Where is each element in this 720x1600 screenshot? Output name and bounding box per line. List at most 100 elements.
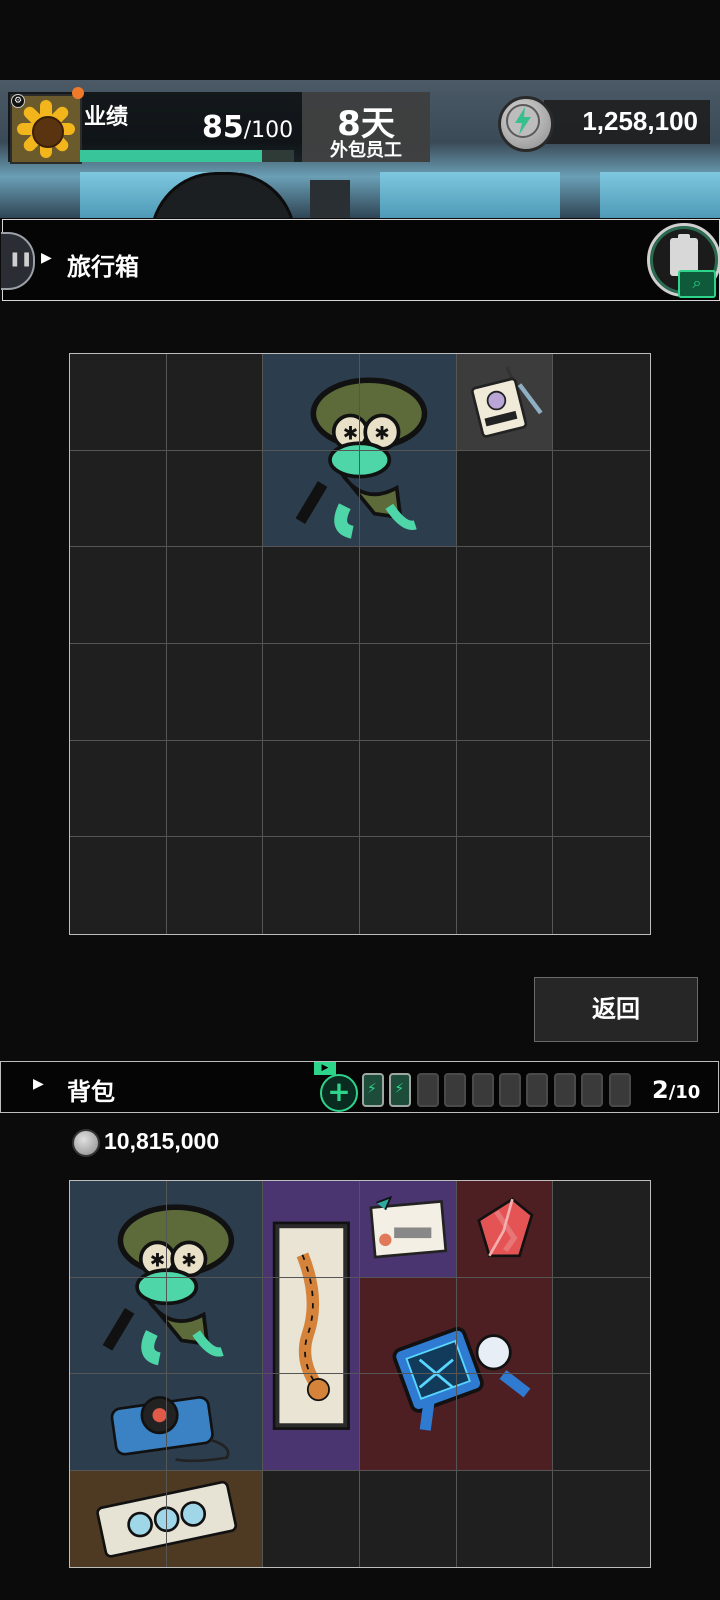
grid-cell[interactable]: [456, 450, 554, 548]
suitcase-header: ❚❚ ▶ 旅行箱: [1, 219, 720, 301]
grid-cell[interactable]: [70, 354, 167, 451]
notification-dot: [72, 87, 84, 99]
grid-cell[interactable]: [263, 450, 360, 548]
backpack-title: 背包: [67, 1078, 115, 1106]
grid-cell[interactable]: [263, 1277, 360, 1374]
add-battery-button[interactable]: +: [320, 1074, 358, 1112]
grid-cell[interactable]: [553, 1181, 650, 1278]
grid-cell[interactable]: [166, 644, 264, 741]
video-ad-icon: ▶: [314, 1062, 336, 1075]
grid-cell[interactable]: [553, 741, 650, 838]
grid-cell[interactable]: [167, 1470, 264, 1567]
battery-empty-icon: [444, 1073, 467, 1107]
backpack-currency-value: 10,815,000: [104, 1128, 220, 1154]
grid-cell[interactable]: [70, 1374, 167, 1471]
battery-empty-icon: [553, 1073, 576, 1107]
currency-display: 1,258,100: [544, 100, 710, 144]
grid-cell[interactable]: [70, 837, 167, 934]
battery-empty-icon: [416, 1073, 439, 1107]
performance-current: 85: [202, 110, 244, 145]
magnifier-icon[interactable]: ⌕: [678, 270, 716, 298]
backpack-count-current: 2: [652, 1076, 669, 1104]
grid-cell[interactable]: [360, 1277, 457, 1374]
backpack-count-max: /10: [668, 1082, 701, 1103]
back-button[interactable]: 返回: [534, 977, 698, 1042]
grid-cell[interactable]: [360, 644, 457, 741]
grid-cell[interactable]: [456, 644, 554, 741]
grid-cell[interactable]: [70, 740, 167, 838]
grid-cell[interactable]: [360, 740, 457, 838]
grid-cell[interactable]: [553, 644, 650, 741]
expand-arrow-icon[interactable]: ▶: [33, 1076, 44, 1092]
battery-empty-icon: [471, 1073, 494, 1107]
grid-cell[interactable]: [263, 644, 360, 741]
grid-cell[interactable]: [263, 1374, 360, 1471]
performance-bar: [80, 150, 294, 162]
grid-cell[interactable]: [457, 1470, 554, 1567]
backpack-grid[interactable]: ✱ ✱: [69, 1180, 651, 1568]
grid-cell[interactable]: [553, 451, 650, 548]
grid-cell[interactable]: [263, 837, 360, 934]
grid-cell[interactable]: [70, 1181, 167, 1278]
settings-gear-icon[interactable]: ⚙: [11, 94, 25, 108]
grid-cell[interactable]: [166, 1181, 264, 1278]
lightning-coin-icon: [498, 96, 554, 152]
grid-cell[interactable]: [456, 1277, 554, 1374]
currency-value: 1,258,100: [582, 106, 698, 136]
side-menu-tab[interactable]: ❚❚: [1, 232, 35, 290]
battery-empty-icon: [581, 1073, 604, 1107]
grid-cell[interactable]: [360, 1470, 457, 1567]
grid-cell[interactable]: [553, 547, 650, 644]
performance-label: 业绩: [84, 105, 129, 130]
grid-cell[interactable]: [166, 547, 264, 644]
battery-full-icon: [362, 1073, 384, 1107]
grid-cell[interactable]: [360, 547, 457, 644]
grid-cell[interactable]: [263, 1470, 360, 1567]
grid-cell[interactable]: [456, 547, 554, 644]
grid-cell[interactable]: [553, 1374, 650, 1471]
performance-max: /100: [243, 118, 294, 143]
grid-cell[interactable]: [360, 837, 457, 934]
grid-cell[interactable]: [457, 837, 554, 934]
pause-icon: ❚❚: [9, 251, 33, 267]
grid-cell[interactable]: [263, 547, 360, 644]
expand-arrow-icon[interactable]: ▶: [41, 250, 52, 266]
grid-cell[interactable]: [70, 644, 167, 741]
grid-cell[interactable]: [456, 354, 554, 451]
grid-cell[interactable]: [263, 354, 360, 451]
grid-cell[interactable]: [553, 1278, 650, 1374]
day-counter: 8天 外包员工: [302, 92, 430, 162]
suitcase-title: 旅行箱: [67, 253, 139, 281]
grid-cell[interactable]: [360, 1181, 457, 1278]
performance-bar-fill: [80, 150, 262, 162]
grid-cell[interactable]: [263, 740, 360, 838]
grid-cell[interactable]: [456, 1181, 554, 1278]
employee-rank: 外包员工: [330, 140, 402, 161]
grid-cell[interactable]: [70, 1470, 167, 1567]
suitcase-grid[interactable]: ✱ ✱: [69, 353, 651, 935]
grid-cell[interactable]: [166, 354, 264, 451]
grid-cell[interactable]: [360, 354, 457, 451]
grid-cell[interactable]: [166, 740, 264, 838]
lightning-coin-icon: [72, 1129, 100, 1157]
grid-cell[interactable]: [553, 837, 650, 934]
battery-full-icon: [389, 1073, 412, 1107]
grid-cell[interactable]: [456, 1374, 554, 1471]
grid-cell[interactable]: [360, 450, 457, 548]
grid-cell[interactable]: [166, 1374, 264, 1471]
grid-cell[interactable]: [70, 547, 167, 644]
grid-cell[interactable]: [456, 740, 554, 838]
grid-cell[interactable]: [360, 1374, 457, 1471]
battery-empty-icon: [499, 1073, 521, 1107]
grid-cell[interactable]: [166, 1277, 264, 1374]
grid-cell[interactable]: [70, 1277, 167, 1374]
grid-cell[interactable]: [263, 1181, 360, 1278]
grid-cell[interactable]: [553, 354, 650, 451]
grid-cell[interactable]: [70, 450, 167, 548]
performance-value: 85/100: [202, 110, 293, 145]
grid-cell[interactable]: [166, 450, 264, 548]
grid-cell[interactable]: [553, 1471, 650, 1568]
backpack-count: 2/10: [652, 1076, 700, 1104]
grid-cell[interactable]: [167, 837, 264, 934]
battery-empty-icon: [608, 1073, 631, 1107]
